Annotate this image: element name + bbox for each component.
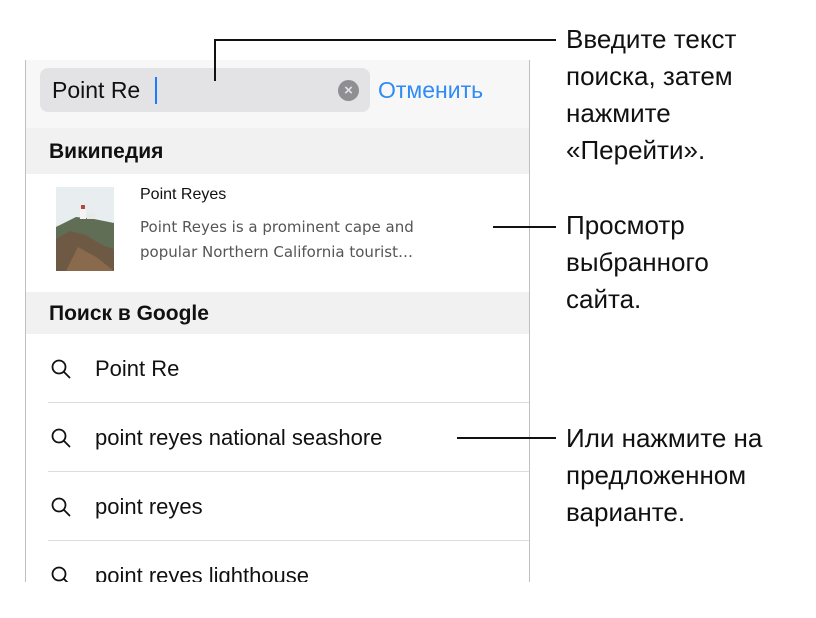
point-reyes-thumbnail [56, 187, 114, 271]
bottom-callout-line: предложенном [566, 460, 747, 490]
top-callout-line: «Перейти». [566, 135, 706, 165]
google-section-title: Поиск в Google [49, 302, 209, 325]
middle-callout-line: сайта. [566, 284, 642, 314]
search-icon [51, 428, 71, 448]
top-callout-leader-vertical [214, 39, 216, 81]
middle-callout-line: Просмотр [566, 210, 685, 240]
top-callout-leader-horizontal [214, 39, 556, 41]
top-callout-line: Введите текст [566, 24, 737, 54]
suggestion-row[interactable]: Point Re [26, 334, 529, 403]
google-section-header: Поиск в Google [26, 292, 529, 334]
wikipedia-result-title: Point Reyes [140, 186, 227, 203]
cancel-button[interactable]: Отменить [378, 60, 483, 120]
suggestion-row[interactable]: point reyes national seashore [26, 403, 529, 472]
clear-icon[interactable]: × [338, 80, 359, 101]
bottom-callout-line: Или нажмите на [566, 423, 763, 453]
wikipedia-section-title: Википедия [49, 140, 164, 163]
top-callout-line: поиска, затем [566, 61, 733, 91]
suggestion-text: Point Re [95, 356, 180, 381]
wikipedia-result[interactable]: Point Reyes Point Reyes is a prominent c… [26, 174, 529, 292]
suggestion-text: point reyes [95, 494, 203, 519]
bottom-callout: Или нажмите на предложенном варианте. [566, 420, 762, 531]
wikipedia-result-description-line1: Point Reyes is a prominent cape and [140, 218, 414, 236]
middle-callout-leader [493, 226, 556, 228]
search-icon [51, 497, 71, 517]
suggestion-row[interactable]: point reyes lighthouse [26, 541, 529, 582]
suggestion-text: point reyes lighthouse [95, 563, 310, 582]
top-callout: Введите текст поиска, затем нажмите «Пер… [566, 21, 736, 169]
safari-search-panel: Point Re × Отменить Википедия Point Reye… [25, 60, 530, 582]
middle-callout-line: выбранного [566, 247, 709, 277]
top-callout-line: нажмите [566, 98, 671, 128]
text-caret [155, 77, 157, 104]
search-icon [51, 566, 69, 582]
middle-callout: Просмотр выбранного сайта. [566, 207, 709, 318]
bottom-callout-line: варианте. [566, 497, 686, 527]
search-input[interactable]: Point Re × [40, 68, 370, 112]
suggestion-text: point reyes national seashore [95, 425, 383, 450]
search-query-text: Point Re [52, 77, 141, 103]
search-icon [51, 359, 71, 379]
wikipedia-section-header: Википедия [26, 128, 529, 174]
bottom-callout-leader [457, 437, 556, 439]
search-bar: Point Re × Отменить [26, 60, 529, 129]
wikipedia-result-description-line2: popular Northern California tourist… [140, 243, 413, 261]
suggestion-row[interactable]: point reyes [26, 472, 529, 541]
